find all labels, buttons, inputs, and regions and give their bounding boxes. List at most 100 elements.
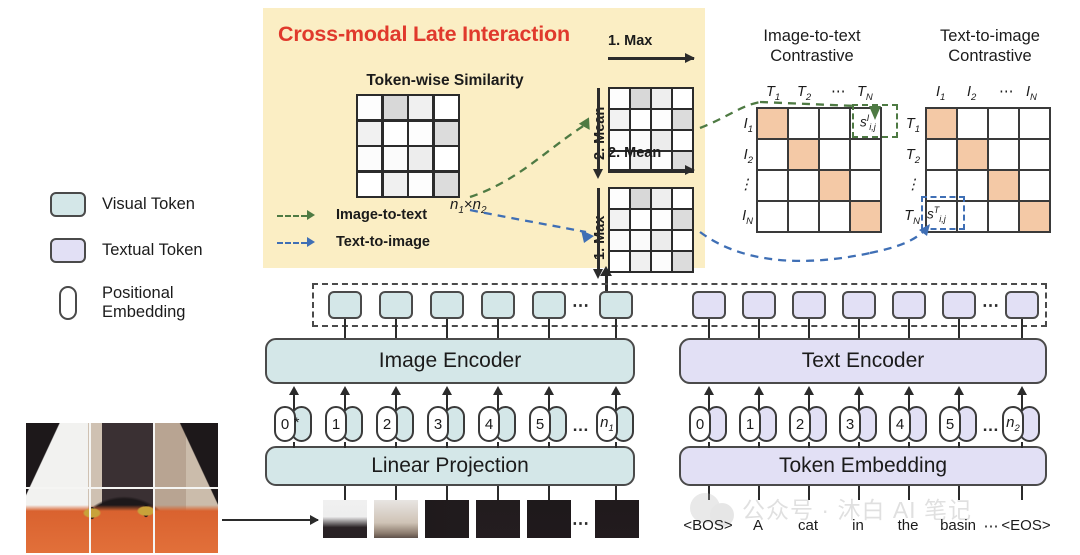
i2t-row-label-2: ⋮ bbox=[738, 177, 754, 193]
text-output-token[interactable] bbox=[792, 291, 826, 319]
i2t-col-label-0: T1 bbox=[766, 84, 781, 103]
text-position-pill-n[interactable]: n2 bbox=[1002, 406, 1040, 442]
top-matrix-vertical-label: 2. Mean bbox=[592, 106, 608, 160]
i2t-row-label-1: I2 bbox=[743, 147, 753, 166]
text-output-token[interactable] bbox=[1005, 291, 1039, 319]
token-encoder-link bbox=[958, 319, 961, 339]
text-output-token[interactable] bbox=[942, 291, 976, 319]
legend-item-positional-embedding: Positional Embedding bbox=[50, 284, 255, 323]
image-patch-2 bbox=[374, 500, 418, 538]
symbol-legend: Visual Token Textual Token Positional Em… bbox=[50, 192, 255, 344]
pill-embedding-link bbox=[708, 442, 711, 448]
patch-gridline-h bbox=[26, 487, 218, 489]
text-to-image-legend-dash bbox=[277, 242, 307, 244]
image-position-pill-0[interactable]: 0 * bbox=[274, 406, 312, 442]
visual-output-token[interactable] bbox=[532, 291, 566, 319]
t2i-col-label-2: ⋯ bbox=[999, 84, 1015, 100]
image-position-id: 1 bbox=[325, 406, 347, 442]
visual-output-token[interactable] bbox=[328, 291, 362, 319]
text-to-image-contrastive-title: Text-to-image Contrastive bbox=[900, 27, 1080, 67]
image-to-patches-arrow bbox=[222, 514, 319, 526]
legend-label-visual-token: Visual Token bbox=[102, 194, 195, 213]
cls-token-marker: * bbox=[294, 414, 300, 430]
i2t-row-label-0: I1 bbox=[743, 116, 753, 135]
visual-output-token[interactable] bbox=[599, 291, 633, 319]
token-encoder-link bbox=[344, 319, 347, 339]
patch-projection-link bbox=[446, 486, 449, 500]
pill-embedding-link bbox=[958, 442, 961, 448]
t2i-title-line1: Text-to-image bbox=[940, 27, 1040, 45]
visual-output-token[interactable] bbox=[379, 291, 413, 319]
image-position-pill-5[interactable]: 5 bbox=[529, 406, 567, 442]
legend-item-visual-token: Visual Token bbox=[50, 192, 255, 217]
t2i-col-label-3: IN bbox=[1026, 84, 1037, 103]
image-position-id: 3 bbox=[427, 406, 449, 442]
image-patch-5 bbox=[527, 500, 571, 538]
i2t-title-line2: Contrastive bbox=[770, 46, 854, 65]
token-encoder-link bbox=[615, 319, 618, 339]
t2i-selected-cell-label: sTi,j bbox=[927, 205, 946, 225]
text-encoder-block[interactable]: Text Encoder bbox=[679, 338, 1047, 384]
text-position-id: 4 bbox=[889, 406, 911, 442]
i2t-row-label-3: IN bbox=[742, 208, 753, 227]
image-encoder-block[interactable]: Image Encoder bbox=[265, 338, 635, 384]
text-position-pill-0[interactable]: 0 bbox=[689, 406, 727, 442]
text-word-0: <BOS> bbox=[683, 517, 733, 534]
pill-embedding-link bbox=[1021, 442, 1024, 448]
pill-embedding-link bbox=[908, 442, 911, 448]
image-position-pill-1[interactable]: 1 bbox=[325, 406, 363, 442]
text-position-pill-3[interactable]: 3 bbox=[839, 406, 877, 442]
text-output-token[interactable] bbox=[742, 291, 776, 319]
i2t-col-label-1: T2 bbox=[797, 84, 812, 103]
patch-projection-link bbox=[548, 486, 551, 500]
patch-projection-link bbox=[395, 486, 398, 500]
image-position-id: 0 bbox=[274, 406, 296, 442]
image-position-id: 2 bbox=[376, 406, 398, 442]
text-position-id: 2 bbox=[789, 406, 811, 442]
text-output-token[interactable] bbox=[692, 291, 726, 319]
i2t-selected-cell-label: sIi,j bbox=[860, 113, 876, 133]
i2t-col-label-3: TN bbox=[857, 84, 873, 103]
image-to-text-legend-label: Image-to-text bbox=[336, 207, 428, 223]
legend-item-textual-token: Textual Token bbox=[50, 238, 255, 263]
image-position-pill-2[interactable]: 2 bbox=[376, 406, 414, 442]
image-position-pill-4[interactable]: 4 bbox=[478, 406, 516, 442]
pill-projection-link bbox=[395, 442, 398, 448]
pill-embedding-link bbox=[808, 442, 811, 448]
image-position-id: 4 bbox=[478, 406, 500, 442]
encoder-output-token-strip bbox=[312, 283, 1047, 327]
source-image-cat bbox=[26, 423, 218, 553]
text-word-7: <EOS> bbox=[1001, 517, 1051, 534]
pill-embedding-link bbox=[758, 442, 761, 448]
patch-projection-link bbox=[615, 486, 618, 500]
visual-output-token[interactable] bbox=[481, 291, 515, 319]
text-position-pill-2[interactable]: 2 bbox=[789, 406, 827, 442]
pill-projection-link bbox=[446, 442, 449, 448]
text-to-image-legend-label: Text-to-image bbox=[336, 234, 430, 250]
t2i-col-label-0: I1 bbox=[936, 84, 946, 103]
image-position-pill-3[interactable]: 3 bbox=[427, 406, 465, 442]
patch-gridline-v bbox=[89, 423, 91, 553]
image-position-pill-n[interactable]: n1 bbox=[596, 406, 634, 442]
text-word-5: basin bbox=[940, 517, 976, 534]
text-position-id: 3 bbox=[839, 406, 861, 442]
legend-label-textual-token: Textual Token bbox=[102, 240, 203, 259]
t2i-row-label-0: T1 bbox=[905, 116, 920, 135]
text-position-id: n2 bbox=[1002, 406, 1024, 442]
pill-projection-link bbox=[615, 442, 618, 448]
text-output-token[interactable] bbox=[842, 291, 876, 319]
legend-label-positional-embedding: Positional Embedding bbox=[102, 284, 186, 322]
visual-output-token[interactable] bbox=[430, 291, 464, 319]
text-position-pill-5[interactable]: 5 bbox=[939, 406, 977, 442]
token-embedding-block[interactable]: Token Embedding bbox=[679, 446, 1047, 486]
patch-projection-link bbox=[497, 486, 500, 500]
pill-projection-link bbox=[548, 442, 551, 448]
text-output-token[interactable] bbox=[892, 291, 926, 319]
text-position-pill-4[interactable]: 4 bbox=[889, 406, 927, 442]
image-patch-ellipsis: ⋯ bbox=[572, 514, 591, 533]
image-position-id: n1 bbox=[596, 406, 618, 442]
token-encoder-link bbox=[497, 319, 500, 339]
text-position-pill-1[interactable]: 1 bbox=[739, 406, 777, 442]
bottom-matrix-horizontal-label: 2. Mean bbox=[608, 145, 662, 161]
linear-projection-block[interactable]: Linear Projection bbox=[265, 446, 635, 486]
